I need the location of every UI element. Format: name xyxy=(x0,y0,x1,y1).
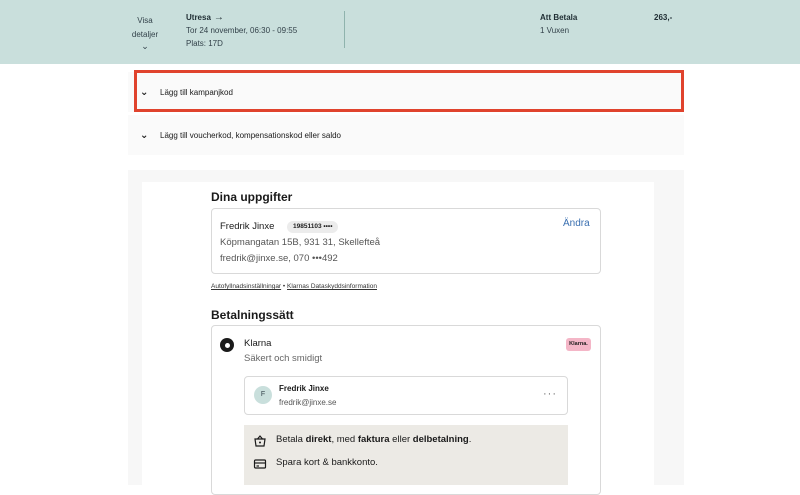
chevron-down-icon: ⌄ xyxy=(140,129,149,141)
benefit-text-bold: delbetalning xyxy=(412,434,469,445)
benefit-text: eller xyxy=(389,434,413,445)
benefit-save-card: Spara kort & bankkonto. xyxy=(276,457,378,468)
benefit-text-bold: direkt xyxy=(305,434,332,445)
show-details-toggle[interactable]: Visa detaljer ⌄ xyxy=(122,14,168,51)
account-email: fredrik@jinxe.se xyxy=(279,398,337,407)
pay-title: Att Betala xyxy=(540,13,578,22)
payment-summary: Att Betala 1 Vuxen xyxy=(540,11,577,37)
payment-method-heading: Betalningssätt xyxy=(211,308,294,322)
klarna-account-card[interactable] xyxy=(244,376,568,415)
your-details-heading: Dina uppgifter xyxy=(211,190,293,204)
show-details-label-2: detaljer xyxy=(131,30,159,39)
show-details-label-1: Visa xyxy=(137,16,153,25)
trip-seat: Plats: 17D xyxy=(186,39,223,48)
trip-date: Tor 24 november, 06:30 - 09:55 xyxy=(186,26,298,35)
add-campaign-code-row[interactable]: ⌄ Lägg till kampanjkod xyxy=(128,70,684,112)
chevron-down-icon: ⌄ xyxy=(141,41,149,51)
arrow-right-icon: → xyxy=(213,12,224,23)
payment-method-name: Klarna xyxy=(244,338,272,349)
benefit-text-bold: faktura xyxy=(357,434,390,445)
benefit-text: Betala xyxy=(276,434,306,445)
more-options-icon[interactable]: ··· xyxy=(543,388,557,400)
autofill-settings-link[interactable]: Autofyllnadsinställningar xyxy=(211,283,281,290)
add-voucher-code-label: Lägg till voucherkod, kompensationskod e… xyxy=(160,130,341,140)
benefit-text: . xyxy=(468,434,472,445)
avatar: F xyxy=(254,386,272,404)
trip-title: Utresa xyxy=(186,13,211,22)
edit-details-link[interactable]: Ändra xyxy=(563,218,590,229)
chevron-down-icon: ⌄ xyxy=(140,86,149,98)
benefit-pay-options: Betala direkt, med faktura eller delbeta… xyxy=(276,434,471,445)
pay-passengers: 1 Vuxen xyxy=(540,26,570,35)
account-name: Fredrik Jinxe xyxy=(279,384,329,393)
link-separator: • xyxy=(282,283,286,290)
credit-card-icon xyxy=(253,459,267,469)
total-price: 263,- xyxy=(654,13,673,22)
shopping-basket-icon xyxy=(254,435,266,447)
customer-address: Köpmangatan 15B, 931 31, Skellefteå xyxy=(220,237,381,248)
payment-method-subtitle: Säkert och smidigt xyxy=(244,353,323,364)
customer-name: Fredrik Jinxe xyxy=(220,221,275,232)
add-campaign-code-label: Lägg till kampanjkod xyxy=(160,87,233,97)
klarna-privacy-link[interactable]: Klarnas Dataskyddsinformation xyxy=(287,283,377,290)
benefit-text: , med xyxy=(331,434,358,445)
customer-contact: fredrik@jinxe.se, 070 •••492 xyxy=(220,253,338,264)
trip-info: Utresa → Tor 24 november, 06:30 - 09:55 P… xyxy=(186,11,297,50)
klarna-logo: Klarna. xyxy=(566,338,591,351)
legal-links: Autofyllnadsinställningar • Klarnas Data… xyxy=(211,283,377,290)
divider xyxy=(344,11,345,48)
add-voucher-code-row[interactable]: ⌄ Lägg till voucherkod, kompensationskod… xyxy=(128,115,684,155)
klarna-radio[interactable] xyxy=(220,338,234,352)
order-summary-bar: Visa detaljer ⌄ Utresa → Tor 24 november,… xyxy=(0,0,800,64)
personal-number-badge: 19851103 •••• xyxy=(287,221,339,233)
